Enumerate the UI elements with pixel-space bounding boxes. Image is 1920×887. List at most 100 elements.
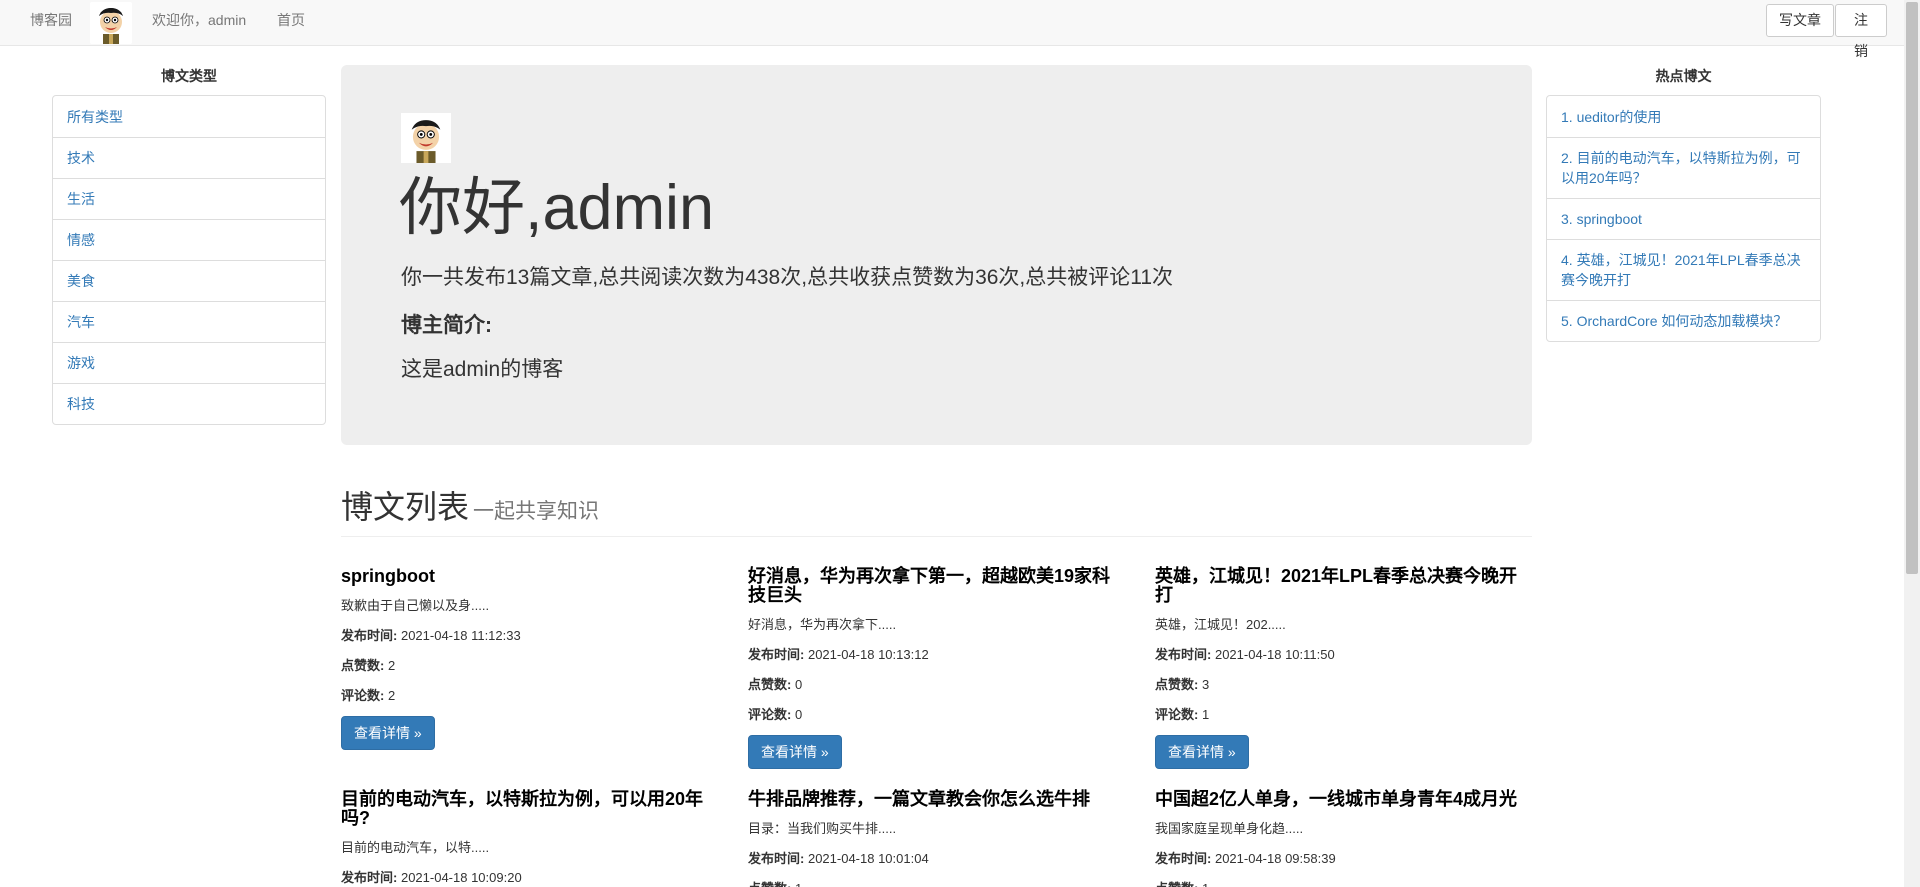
article-publish-time: 发布时间: 2021-04-18 10:01:04 [748,849,1128,869]
blog-list-title: 博文列表 [341,489,470,525]
likes-value: 1 [1202,881,1209,887]
publish-time-label: 发布时间: [748,647,805,662]
comments-value: 0 [794,707,803,722]
likes-value: 0 [794,677,803,692]
likes-label: 点赞数: [1155,881,1198,887]
intro-heading: 博主简介: [401,314,492,337]
article-title[interactable]: 英雄，江城见！2021年LPL春季总决赛今晚开打 [1155,567,1535,605]
likes-value: 2 [387,658,396,673]
article-likes: 点赞数: 1 [748,879,1128,887]
category-item-science[interactable]: 科技 [53,383,325,424]
article-title[interactable]: 目前的电动汽车，以特斯拉为例，可以用20年吗? [341,790,721,828]
view-detail-button[interactable]: 查看详情 » [341,716,435,750]
publish-time-label: 发布时间: [1155,647,1212,662]
article-title[interactable]: 好消息，华为再次拿下第一，超越欧美19家科技巨头 [748,567,1128,605]
scrollbar-thumb[interactable] [1906,2,1918,574]
article-comments: 评论数: 2 [341,686,721,706]
blog-stats-text: 你一共发布13篇文章,总共阅读次数为438次,总共收获点赞数为36次,总共被评论… [401,266,1174,289]
vertical-scrollbar[interactable] [1904,0,1920,887]
likes-value: 3 [1201,677,1210,692]
publish-time-label: 发布时间: [1155,851,1212,866]
article-title[interactable]: 牛排品牌推荐，一篇文章教会你怎么选牛排 [748,790,1128,809]
category-list: 所有类型 技术 生活 情感 美食 汽车 游戏 科技 [52,95,326,425]
article-card: 中国超2亿人单身，一线城市单身青年4成月光 我国家庭呈现单身化趋..... 发布… [1155,790,1535,887]
article-card: springboot 致歉由于自己懒以及身..... 发布时间: 2021-04… [341,567,721,750]
hot-article-item[interactable]: 3. springboot [1547,198,1820,239]
article-likes: 点赞数: 1 [1155,879,1535,887]
article-likes: 点赞数: 2 [341,656,721,676]
likes-label: 点赞数: [748,677,792,692]
publish-time-label: 发布时间: [748,851,805,866]
greeting-heading: 你好,admin [399,173,715,243]
category-item-emotion[interactable]: 情感 [53,219,325,260]
article-excerpt: 我国家庭呈现单身化趋..... [1155,821,1304,836]
publish-time-value: 2021-04-18 10:13:12 [807,647,929,662]
article-publish-time: 发布时间: 2021-04-18 11:12:33 [341,626,721,646]
article-comments: 评论数: 1 [1155,705,1535,725]
profile-avatar [401,113,451,163]
hot-panel-title: 热点博文 [1655,68,1712,84]
view-detail-button[interactable]: 查看详情 » [748,735,842,769]
hot-article-item[interactable]: 5. OrchardCore 如何动态加载模块？ [1547,300,1820,341]
publish-time-value: 2021-04-18 10:01:04 [807,851,929,866]
article-title[interactable]: springboot [341,567,721,586]
comments-value: 1 [1201,707,1210,722]
publish-time-value: 2021-04-18 10:11:50 [1214,647,1335,662]
article-excerpt: 好消息，华为再次拿下..... [748,617,897,632]
article-card: 好消息，华为再次拿下第一，超越欧美19家科技巨头 好消息，华为再次拿下.....… [748,567,1128,769]
article-publish-time: 发布时间: 2021-04-18 10:09:20 [341,868,721,887]
category-item-car[interactable]: 汽车 [53,301,325,342]
article-excerpt: 致歉由于自己懒以及身..... [341,598,490,613]
likes-label: 点赞数: [1155,677,1199,692]
article-card: 牛排品牌推荐，一篇文章教会你怎么选牛排 目录：当我们购买牛排..... 发布时间… [748,790,1128,887]
brand-link[interactable]: 博客园 [30,0,72,40]
article-card: 英雄，江城见！2021年LPL春季总决赛今晚开打 英雄，江城见！202.....… [1155,567,1535,769]
likes-label: 点赞数: [748,881,791,887]
comments-label: 评论数: [341,688,385,703]
welcome-text: 欢迎你，admin [152,12,247,28]
comments-label: 评论数: [748,707,792,722]
article-publish-time: 发布时间: 2021-04-18 10:11:50 [1155,645,1535,665]
category-item-life[interactable]: 生活 [53,178,325,219]
comments-value: 2 [387,688,396,703]
publish-time-value: 2021-04-18 09:58:39 [1214,851,1336,866]
article-publish-time: 发布时间: 2021-04-18 10:13:12 [748,645,1128,665]
likes-label: 点赞数: [341,658,385,673]
divider [341,536,1532,537]
article-publish-time: 发布时间: 2021-04-18 09:58:39 [1155,849,1535,869]
article-likes: 点赞数: 3 [1155,675,1535,695]
logout-button[interactable]: 注销 [1835,4,1887,59]
category-item-food[interactable]: 美食 [53,260,325,301]
publish-time-value: 2021-04-18 11:12:33 [400,628,521,643]
category-item-tech[interactable]: 技术 [53,137,325,178]
category-item-game[interactable]: 游戏 [53,342,325,383]
comments-label: 评论数: [1155,707,1199,722]
article-excerpt: 目录：当我们购买牛排..... [748,821,897,836]
category-item-all[interactable]: 所有类型 [53,96,325,137]
publish-time-value: 2021-04-18 10:09:20 [400,870,522,885]
blog-list-subtitle: 一起共享知识 [473,500,600,523]
publish-time-label: 发布时间: [341,628,398,643]
hot-article-item[interactable]: 4. 英雄，江城见！2021年LPL春季总决赛今晚开打 [1547,239,1820,300]
top-navbar: 博客园 欢迎你，admin 首页 写文章 注销 [0,0,1904,59]
publish-time-label: 发布时间: [341,870,398,885]
home-link[interactable]: 首页 [277,0,305,40]
profile-jumbotron: 你好,admin 你一共发布13篇文章,总共阅读次数为438次,总共收获点赞数为… [341,65,1532,445]
hot-article-item[interactable]: 2. 目前的电动汽车，以特斯拉为例，可以用20年吗？ [1547,137,1820,198]
article-excerpt: 目前的电动汽车，以特..... [341,840,490,855]
article-title[interactable]: 中国超2亿人单身，一线城市单身青年4成月光 [1155,790,1535,809]
category-panel-title: 博文类型 [161,68,217,84]
article-card: 目前的电动汽车，以特斯拉为例，可以用20年吗? 目前的电动汽车，以特..... … [341,790,721,887]
cartoon-avatar-icon [90,2,132,44]
avatar[interactable] [90,2,132,44]
cartoon-avatar-icon [401,113,451,163]
intro-text: 这是admin的博客 [401,358,564,381]
blog-list-heading: 博文列表 一起共享知识 [341,482,599,528]
article-excerpt: 英雄，江城见！202..... [1155,617,1286,632]
hot-article-item[interactable]: 1. ueditor的使用 [1547,96,1820,137]
view-detail-button[interactable]: 查看详情 » [1155,735,1249,769]
write-article-button[interactable]: 写文章 [1766,4,1834,37]
article-likes: 点赞数: 0 [748,675,1128,695]
hot-article-list: 1. ueditor的使用 2. 目前的电动汽车，以特斯拉为例，可以用20年吗？… [1546,95,1821,342]
article-comments: 评论数: 0 [748,705,1128,725]
